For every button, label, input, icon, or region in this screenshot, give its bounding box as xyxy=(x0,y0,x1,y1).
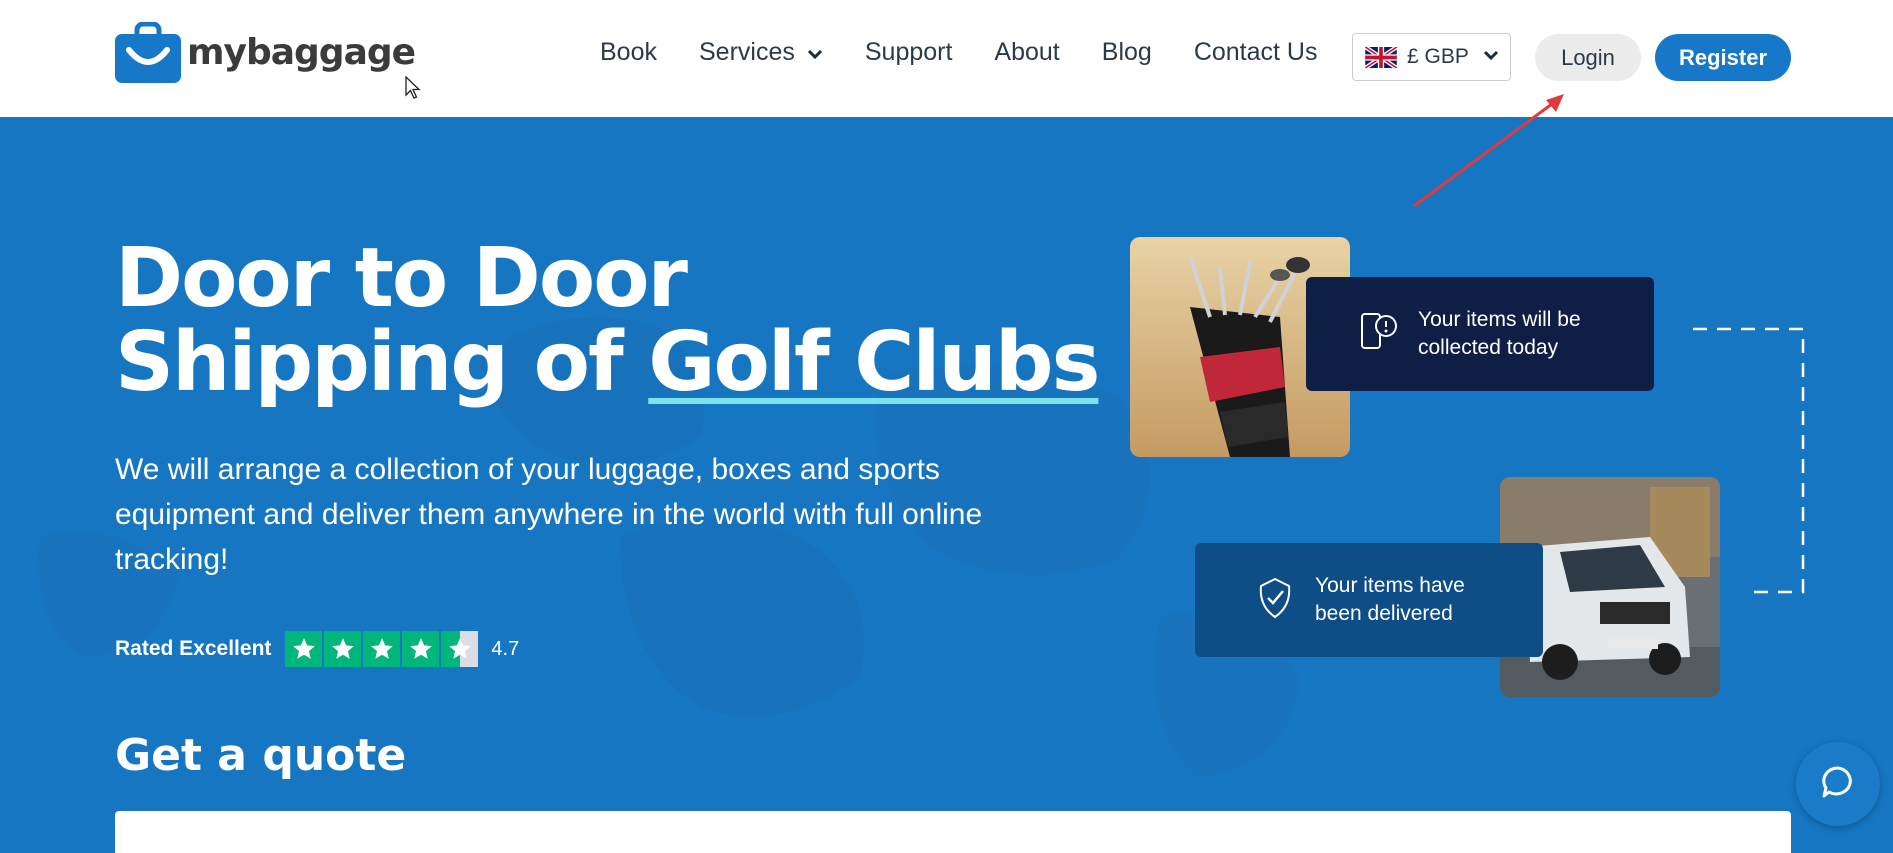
register-button[interactable]: Register xyxy=(1655,34,1791,81)
nav-services[interactable]: Services xyxy=(699,38,823,67)
brand-logo[interactable]: mybaggage xyxy=(115,21,416,83)
rating-score: 4.7 xyxy=(491,637,520,660)
uk-flag-icon xyxy=(1364,44,1398,70)
rating-label: Rated Excellent xyxy=(115,637,272,660)
star-icon xyxy=(285,631,323,667)
nav-blog-label: Blog xyxy=(1101,38,1152,66)
nav-support[interactable]: Support xyxy=(865,38,953,67)
nav-services-label: Services xyxy=(698,38,795,66)
delivery-status-card: Your items have been delivered xyxy=(1195,543,1543,657)
hero-title-line1: Door to Door xyxy=(115,231,688,326)
star-icon xyxy=(363,631,401,667)
nav-book[interactable]: Book xyxy=(600,38,657,67)
shield-check-icon xyxy=(1255,576,1295,625)
nav-contact-us[interactable]: Contact Us xyxy=(1194,38,1318,67)
star-icon xyxy=(324,631,362,667)
currency-label: £ GBP xyxy=(1407,45,1469,68)
collection-status-card: Your items will be collected today xyxy=(1306,277,1654,391)
hero-title-line2: Shipping of Golf Clubs xyxy=(115,321,1100,405)
chevron-down-icon xyxy=(1483,48,1499,66)
delivery-line2: been delivered xyxy=(1315,602,1453,625)
star-icon xyxy=(402,631,440,667)
hero-section: Door to Door Shipping of Golf Clubs We w… xyxy=(0,117,1893,853)
half-star-icon xyxy=(441,631,479,667)
login-button[interactable]: Login xyxy=(1535,34,1641,81)
get-a-quote-heading: Get a quote xyxy=(115,730,407,781)
hero-title-prefix: Shipping of xyxy=(115,315,649,410)
route-dashed-line xyxy=(1693,327,1805,594)
currency-select[interactable]: £ GBP xyxy=(1352,33,1511,81)
hero-title: Door to Door Shipping of Golf Clubs xyxy=(115,231,1100,405)
site-header: mybaggage Book Services Support About Bl… xyxy=(0,0,1893,117)
bag-logo-icon xyxy=(115,21,181,83)
chat-button[interactable] xyxy=(1796,742,1880,826)
delivery-line1: Your items have xyxy=(1315,574,1465,597)
quote-form-card[interactable] xyxy=(115,811,1791,853)
delivery-status-text: Your items have been delivered xyxy=(1315,572,1465,628)
nav-support-label: Support xyxy=(864,38,953,66)
rating-stars xyxy=(285,631,480,667)
main-nav: Book Services Support About Blog Contact… xyxy=(600,38,1359,67)
hero-subtitle: We will arrange a collection of your lug… xyxy=(115,453,983,576)
collection-line1: Your items will be xyxy=(1418,308,1581,331)
mouse-cursor-icon xyxy=(405,76,421,99)
hero-title-highlight: Golf Clubs xyxy=(648,315,1100,410)
chat-bubble-icon xyxy=(1820,764,1856,805)
logo-text: mybaggage xyxy=(187,32,416,73)
collection-status-text: Your items will be collected today xyxy=(1418,306,1581,362)
nav-about-label: About xyxy=(994,38,1060,66)
collection-line2: collected today xyxy=(1418,336,1559,359)
nav-blog[interactable]: Blog xyxy=(1102,38,1152,67)
trustpilot-rating[interactable]: Rated Excellent 4.7 xyxy=(115,631,519,667)
phone-alert-icon xyxy=(1358,310,1398,359)
annotation-arrow xyxy=(1413,94,1564,208)
chevron-down-icon xyxy=(807,38,823,67)
nav-about[interactable]: About xyxy=(994,38,1059,67)
nav-book-label: Book xyxy=(600,38,657,66)
nav-contact-label: Contact Us xyxy=(1193,38,1318,66)
